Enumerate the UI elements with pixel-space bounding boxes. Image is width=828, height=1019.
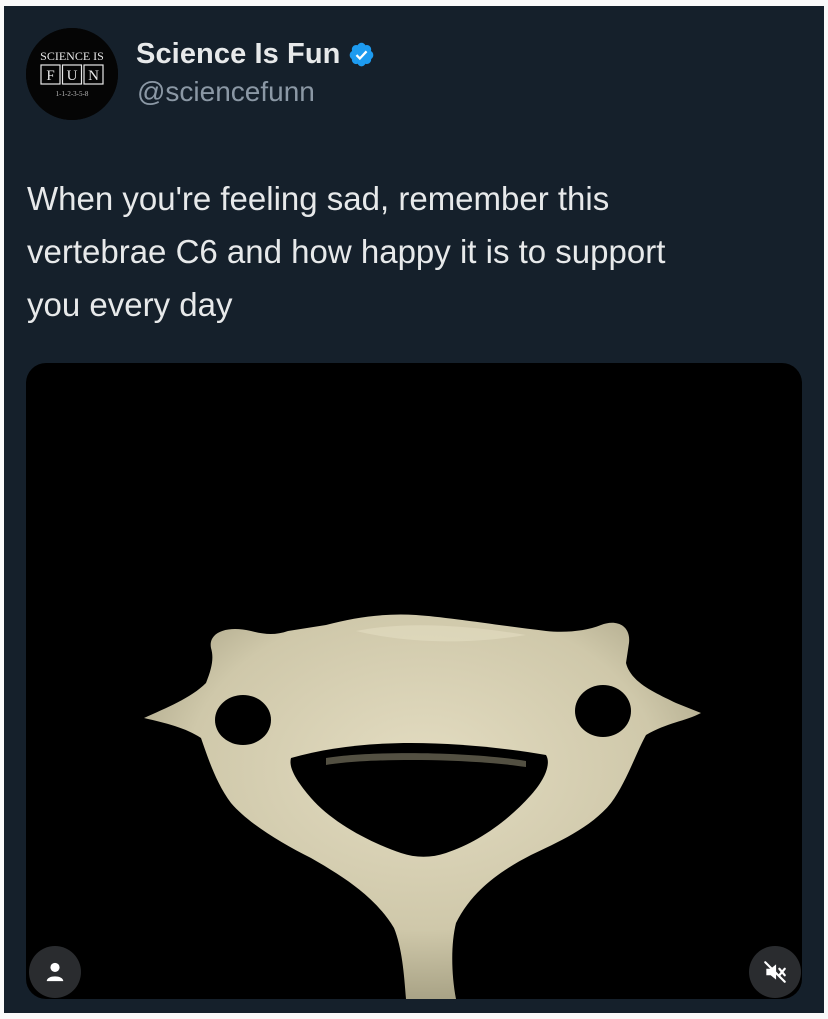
author-name-row: Science Is Fun (136, 36, 375, 72)
tweet-media[interactable] (26, 363, 802, 999)
display-name[interactable]: Science Is Fun (136, 38, 340, 71)
tweet-text: When you're feeling sad, remember this v… (27, 172, 787, 331)
tweet-text-line: When you're feeling sad, remember this (27, 180, 610, 217)
verified-badge-icon[interactable] (348, 41, 375, 68)
tweet-text-line: you every day (27, 286, 233, 323)
author-handle[interactable]: @sciencefunn (137, 76, 315, 108)
vertebra-c6-image (144, 614, 701, 999)
logo-letter-u: U (67, 68, 78, 84)
logo-line3: 1-1-2-3-5-8 (56, 90, 89, 98)
logo-letter-n: N (88, 68, 99, 84)
avatar[interactable]: SCIENCE IS F U N 1-1-2-3-5-8 (26, 28, 118, 120)
science-is-fun-logo: SCIENCE IS F U N 1-1-2-3-5-8 (26, 28, 118, 120)
person-icon (46, 962, 64, 982)
tag-people-button[interactable] (29, 946, 81, 998)
tweet-text-line: vertebrae C6 and how happy it is to supp… (27, 233, 666, 270)
logo-letter-f: F (46, 68, 54, 84)
tweet-card[interactable]: SCIENCE IS F U N 1-1-2-3-5-8 Science Is … (4, 6, 824, 1013)
screenshot-frame: SCIENCE IS F U N 1-1-2-3-5-8 Science Is … (0, 0, 828, 1019)
muted-speaker-icon (764, 961, 786, 983)
logo-line1: SCIENCE IS (40, 49, 104, 63)
sound-toggle-button[interactable] (749, 946, 801, 998)
